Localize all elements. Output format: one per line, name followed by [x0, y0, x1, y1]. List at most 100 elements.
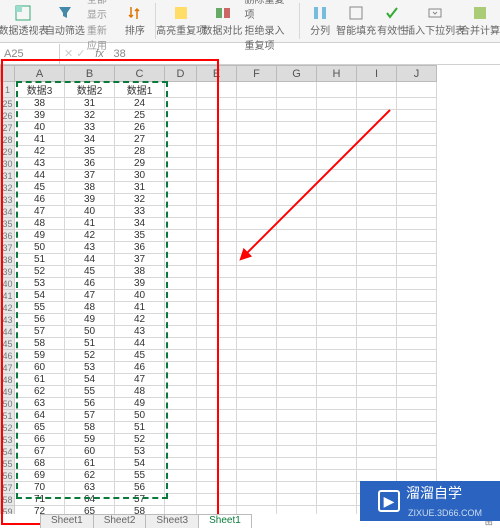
remove-dup-label[interactable]: 删除重复项 — [245, 0, 294, 21]
cell[interactable] — [237, 398, 277, 410]
cell[interactable] — [317, 434, 357, 446]
cell[interactable] — [397, 266, 437, 278]
cell[interactable] — [357, 194, 397, 206]
cell[interactable] — [357, 206, 397, 218]
cell[interactable] — [317, 266, 357, 278]
cell[interactable] — [277, 458, 317, 470]
cell[interactable]: 47 — [65, 290, 115, 302]
cell[interactable]: 41 — [15, 134, 65, 146]
highlight-dup-button[interactable]: 高亮重复项 — [162, 1, 201, 41]
cell[interactable] — [397, 326, 437, 338]
cell[interactable] — [317, 110, 357, 122]
cell[interactable] — [237, 194, 277, 206]
table-row[interactable]: 33463932 — [1, 194, 437, 206]
cell[interactable] — [165, 446, 197, 458]
cell[interactable]: 44 — [65, 254, 115, 266]
consolidate-button[interactable]: 合并计算 — [464, 1, 496, 41]
cell[interactable] — [197, 362, 237, 374]
table-row[interactable]: 30433629 — [1, 158, 437, 170]
cell[interactable] — [165, 434, 197, 446]
col-J[interactable]: J — [397, 66, 437, 82]
cell[interactable]: 32 — [115, 194, 165, 206]
cell[interactable] — [357, 434, 397, 446]
cell[interactable] — [277, 218, 317, 230]
cell[interactable] — [237, 302, 277, 314]
split-col-button[interactable]: 分列 — [306, 1, 334, 41]
cell[interactable]: 56 — [115, 482, 165, 494]
cell[interactable]: 71 — [15, 494, 65, 506]
cell[interactable] — [317, 422, 357, 434]
cell[interactable] — [237, 278, 277, 290]
row-num[interactable]: 53 — [1, 434, 15, 446]
cell[interactable]: 63 — [15, 398, 65, 410]
row-num[interactable]: 25 — [1, 98, 15, 110]
cell[interactable]: 67 — [15, 446, 65, 458]
cell[interactable] — [237, 290, 277, 302]
cell[interactable] — [397, 110, 437, 122]
row-num[interactable]: 27 — [1, 122, 15, 134]
cell[interactable] — [197, 434, 237, 446]
cell[interactable] — [277, 122, 317, 134]
cell[interactable]: 48 — [15, 218, 65, 230]
cell[interactable] — [397, 170, 437, 182]
col-H[interactable]: H — [317, 66, 357, 82]
cell[interactable] — [317, 82, 357, 98]
cell[interactable] — [237, 254, 277, 266]
row-num[interactable]: 40 — [1, 278, 15, 290]
cell[interactable] — [165, 266, 197, 278]
cell[interactable]: 61 — [65, 458, 115, 470]
cell[interactable] — [277, 110, 317, 122]
cell[interactable] — [397, 230, 437, 242]
cell[interactable] — [277, 254, 317, 266]
cell[interactable] — [197, 350, 237, 362]
showall-label[interactable]: 全部显示 — [87, 0, 115, 21]
row-num[interactable]: 47 — [1, 362, 15, 374]
cell[interactable] — [397, 278, 437, 290]
cell[interactable]: 51 — [15, 254, 65, 266]
header-row[interactable]: 1 数据3 数据2 数据1 — [1, 82, 437, 98]
cell[interactable] — [165, 374, 197, 386]
cell[interactable]: 34 — [115, 218, 165, 230]
cell[interactable] — [197, 422, 237, 434]
cell[interactable]: 33 — [115, 206, 165, 218]
cell[interactable] — [197, 242, 237, 254]
row-num[interactable]: 46 — [1, 350, 15, 362]
cell[interactable] — [357, 254, 397, 266]
cell[interactable] — [197, 314, 237, 326]
cell[interactable] — [317, 98, 357, 110]
cell[interactable] — [165, 230, 197, 242]
row-num[interactable]: 43 — [1, 314, 15, 326]
cell[interactable] — [277, 338, 317, 350]
cell[interactable]: 60 — [65, 446, 115, 458]
cell[interactable] — [165, 494, 197, 506]
cell[interactable] — [397, 82, 437, 98]
cell[interactable] — [237, 470, 277, 482]
cell[interactable] — [237, 122, 277, 134]
row-num[interactable]: 32 — [1, 182, 15, 194]
cell[interactable]: 45 — [115, 350, 165, 362]
cell[interactable] — [277, 386, 317, 398]
cell[interactable] — [397, 458, 437, 470]
cell[interactable] — [165, 506, 197, 515]
cell[interactable] — [277, 362, 317, 374]
cell[interactable] — [197, 386, 237, 398]
cell[interactable]: 59 — [65, 434, 115, 446]
cell[interactable] — [197, 290, 237, 302]
cell[interactable] — [397, 362, 437, 374]
cell[interactable]: 57 — [15, 326, 65, 338]
table-row[interactable]: 25383124 — [1, 98, 437, 110]
cell[interactable] — [277, 278, 317, 290]
cell[interactable]: 60 — [15, 362, 65, 374]
cell[interactable] — [165, 242, 197, 254]
cell[interactable] — [277, 302, 317, 314]
table-row[interactable]: 44575043 — [1, 326, 437, 338]
cell[interactable] — [397, 194, 437, 206]
cell[interactable] — [165, 218, 197, 230]
table-row[interactable]: 54676053 — [1, 446, 437, 458]
cell[interactable] — [397, 122, 437, 134]
row-num[interactable]: 52 — [1, 422, 15, 434]
cell[interactable] — [357, 386, 397, 398]
cell[interactable]: 25 — [115, 110, 165, 122]
cell[interactable] — [197, 266, 237, 278]
cell[interactable] — [277, 206, 317, 218]
